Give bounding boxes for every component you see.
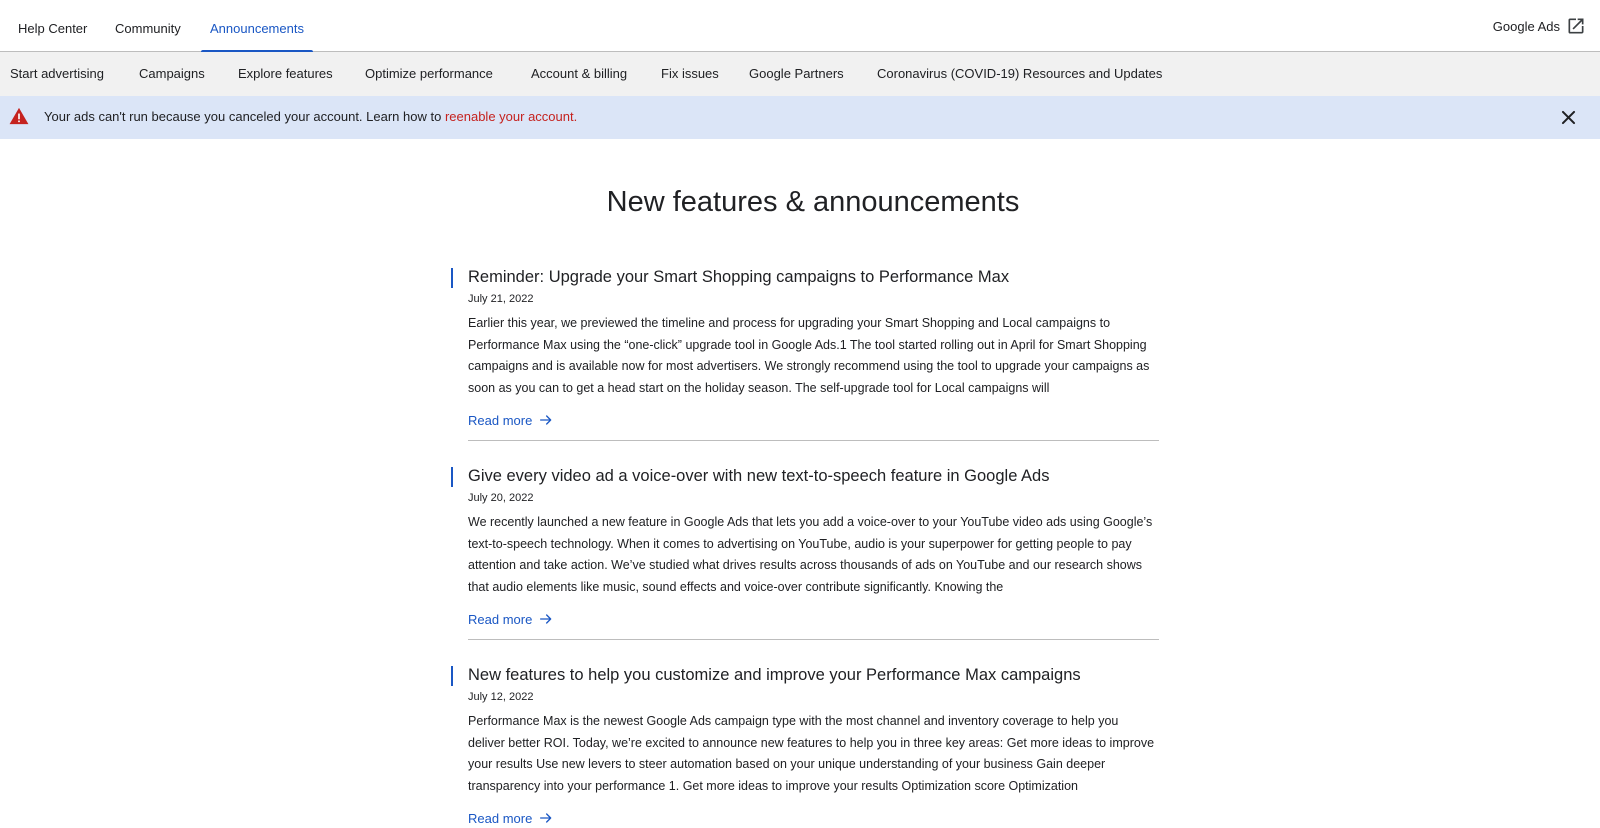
alert-message: Your ads can't run because you canceled … xyxy=(44,96,577,139)
read-more-label: Read more xyxy=(468,611,533,627)
topic-optimize-performance[interactable]: Optimize performance xyxy=(365,52,493,96)
announcement-item: Give every video ad a voice-over with ne… xyxy=(451,463,1159,640)
article-accent-bar xyxy=(451,666,453,686)
close-icon[interactable] xyxy=(1559,108,1578,127)
read-more-link[interactable]: Read more xyxy=(468,412,554,428)
read-more-label: Read more xyxy=(468,412,533,428)
topic-start-advertising[interactable]: Start advertising xyxy=(10,52,104,96)
open-in-new-icon xyxy=(1568,18,1584,34)
alert-text: Your ads can't run because you canceled … xyxy=(44,109,442,124)
read-more-link[interactable]: Read more xyxy=(468,611,554,627)
topic-account-billing[interactable]: Account & billing xyxy=(531,52,627,96)
article-excerpt: Earlier this year, we previewed the time… xyxy=(468,316,1150,395)
topic-covid-resources[interactable]: Coronavirus (COVID-19) Resources and Upd… xyxy=(877,52,1162,96)
topic-navigation: Start advertising Campaigns Explore feat… xyxy=(0,52,1600,96)
article-title[interactable]: Give every video ad a voice-over with ne… xyxy=(468,463,1159,489)
announcement-item: Reminder: Upgrade your Smart Shopping ca… xyxy=(451,264,1159,441)
article-accent-bar xyxy=(451,268,453,288)
topic-campaigns[interactable]: Campaigns xyxy=(139,52,205,96)
arrow-right-icon xyxy=(540,614,552,624)
divider xyxy=(468,439,1159,441)
article-excerpt: We recently launched a new feature in Go… xyxy=(468,515,1153,594)
article-date: July 20, 2022 xyxy=(468,492,534,504)
google-ads-link[interactable]: Google Ads xyxy=(1493,0,1586,52)
article-date: July 12, 2022 xyxy=(468,691,534,703)
article-title[interactable]: Reminder: Upgrade your Smart Shopping ca… xyxy=(468,264,1159,290)
account-alert-banner: Your ads can't run because you canceled … xyxy=(0,96,1600,139)
top-navigation: Help Center Community Announcements Goog… xyxy=(0,0,1600,53)
announcement-item: New features to help you customize and i… xyxy=(451,662,1159,828)
article-excerpt: Performance Max is the newest Google Ads… xyxy=(468,714,1155,793)
article-date: July 21, 2022 xyxy=(468,293,534,305)
topic-google-partners[interactable]: Google Partners xyxy=(749,52,844,96)
arrow-right-icon xyxy=(540,415,552,425)
tab-announcements[interactable]: Announcements xyxy=(201,0,313,53)
article-accent-bar xyxy=(451,467,453,487)
google-ads-label: Google Ads xyxy=(1492,18,1560,34)
read-more-link[interactable]: Read more xyxy=(468,810,554,826)
arrow-right-icon xyxy=(540,813,552,823)
tab-help-center[interactable]: Help Center xyxy=(9,0,96,52)
tab-community[interactable]: Community xyxy=(106,0,190,52)
article-title[interactable]: New features to help you customize and i… xyxy=(468,662,1159,688)
page-title: New features & announcements xyxy=(606,186,1020,218)
divider xyxy=(468,638,1159,640)
topic-explore-features[interactable]: Explore features xyxy=(238,52,333,96)
topic-fix-issues[interactable]: Fix issues xyxy=(661,52,719,96)
warning-icon xyxy=(9,107,29,125)
reenable-account-link[interactable]: reenable your account. xyxy=(445,109,577,124)
